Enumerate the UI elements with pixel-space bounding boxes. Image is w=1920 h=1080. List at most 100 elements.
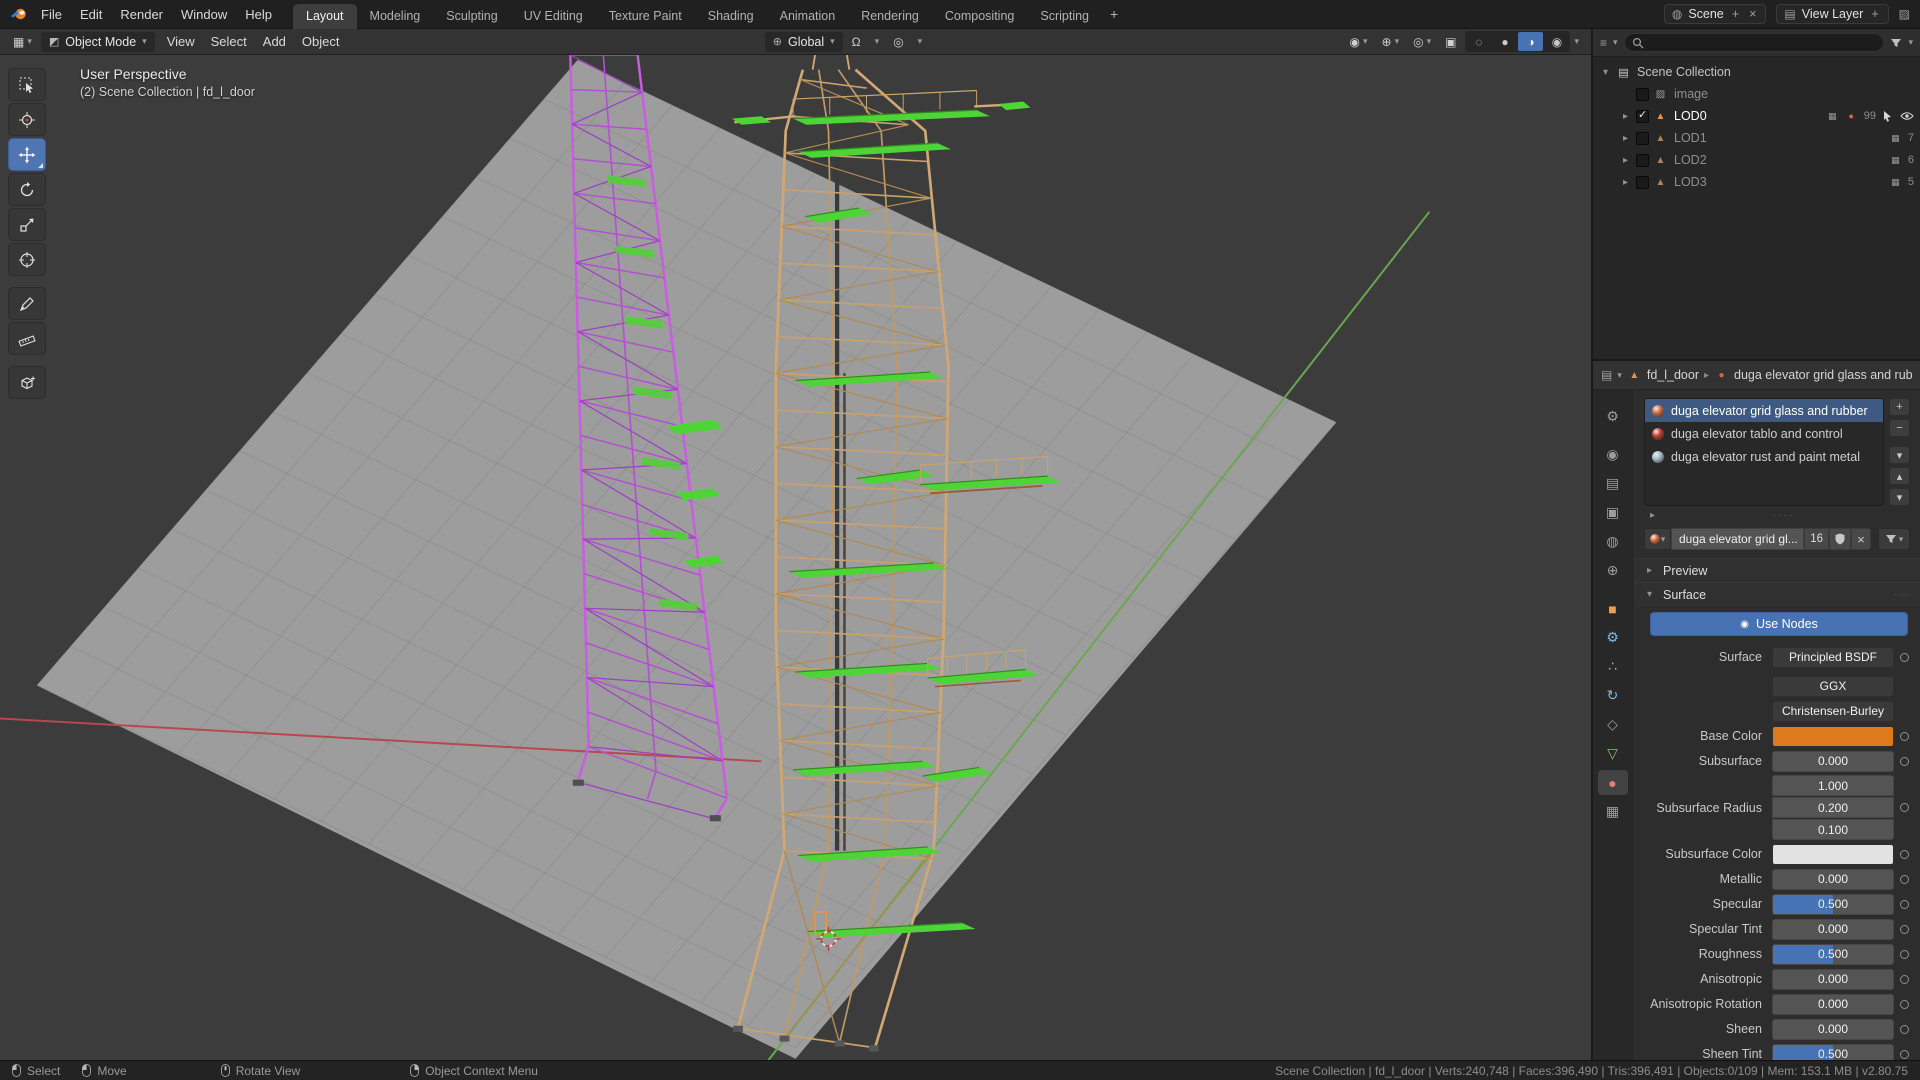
property-field-roughness[interactable]: 0.500 bbox=[1772, 944, 1894, 965]
menu-window[interactable]: Window bbox=[172, 3, 236, 26]
render-view-icon[interactable]: ▨ bbox=[1899, 7, 1910, 21]
unlink-scene-button[interactable]: × bbox=[1747, 7, 1758, 21]
snap-dropdown[interactable]: ▾ bbox=[870, 34, 885, 49]
property-field-subsurface-radius-0[interactable]: 1.000 bbox=[1772, 775, 1894, 796]
use-nodes-button[interactable]: ◉ Use Nodes bbox=[1650, 612, 1908, 636]
new-view-layer-button[interactable]: + bbox=[1869, 7, 1880, 21]
snap-toggle[interactable]: Ω bbox=[847, 33, 866, 51]
overlays-dropdown[interactable]: ◎▾ bbox=[1408, 33, 1436, 51]
collection-checkbox[interactable] bbox=[1636, 88, 1649, 101]
decorator-dot[interactable] bbox=[1894, 1050, 1914, 1059]
panel-preview[interactable]: ▸ Preview bbox=[1634, 558, 1920, 582]
gizmos-dropdown[interactable]: ⊕▾ bbox=[1377, 33, 1405, 51]
material-name-field[interactable]: duga elevator grid gl... bbox=[1671, 528, 1804, 550]
expander-icon[interactable]: ▾ bbox=[1599, 67, 1612, 78]
outliner-row-lod3[interactable]: ▸▲LOD3▦5 bbox=[1593, 171, 1920, 193]
filter-dropdown[interactable]: ▾ bbox=[1878, 528, 1910, 550]
property-menu-principled-bsdf[interactable]: Principled BSDF bbox=[1772, 647, 1894, 668]
select-box-tool[interactable] bbox=[8, 68, 46, 101]
proportional-editing-toggle[interactable]: ◎ bbox=[888, 33, 908, 51]
expander-icon[interactable]: ▸ bbox=[1646, 510, 1659, 521]
properties-tab-view-layer[interactable]: ▣ bbox=[1598, 500, 1628, 525]
tab-rendering[interactable]: Rendering bbox=[848, 4, 932, 29]
xray-toggle[interactable]: ▣ bbox=[1440, 33, 1461, 51]
proportional-editing-dropdown[interactable]: ▾ bbox=[913, 34, 928, 49]
outliner-row-lod1[interactable]: ▸▲LOD1▦7 bbox=[1593, 127, 1920, 149]
decorator-dot[interactable] bbox=[1894, 653, 1914, 662]
properties-tab-texture[interactable]: ▦ bbox=[1598, 799, 1628, 824]
properties-tab-particles[interactable]: ∴ bbox=[1598, 654, 1628, 679]
shading-rendered[interactable]: ◉ bbox=[1544, 32, 1569, 51]
scale-tool[interactable] bbox=[8, 208, 46, 241]
properties-tab-world[interactable]: ⊕ bbox=[1598, 558, 1628, 583]
unlink-material-button[interactable]: × bbox=[1851, 528, 1871, 550]
collection-checkbox[interactable] bbox=[1636, 154, 1649, 167]
cursor-tool[interactable] bbox=[8, 103, 46, 136]
panel-surface[interactable]: ▾ Surface ···· bbox=[1634, 582, 1920, 606]
move-slot-up-button[interactable]: ▴ bbox=[1889, 467, 1910, 485]
property-field-specular-tint[interactable]: 0.000 bbox=[1772, 919, 1894, 940]
property-menu-ggx[interactable]: GGX bbox=[1772, 676, 1894, 697]
collection-checkbox[interactable] bbox=[1636, 176, 1649, 189]
tab-compositing[interactable]: Compositing bbox=[932, 4, 1027, 29]
add-workspace-button[interactable]: + bbox=[1102, 4, 1126, 24]
property-field-metallic[interactable]: 0.000 bbox=[1772, 869, 1894, 890]
property-color-base-color[interactable] bbox=[1772, 726, 1894, 747]
tab-texture-paint[interactable]: Texture Paint bbox=[596, 4, 695, 29]
property-field-subsurface[interactable]: 0.000 bbox=[1772, 751, 1894, 772]
decorator-dot[interactable] bbox=[1894, 803, 1914, 812]
outliner-row-scene-collection[interactable]: ▾▤Scene Collection bbox=[1593, 61, 1920, 83]
shading-material[interactable]: ◑ bbox=[1518, 32, 1543, 51]
display-mode-icon[interactable]: ≡ bbox=[1600, 36, 1607, 50]
material-slot[interactable]: duga elevator grid glass and rubber bbox=[1645, 399, 1883, 422]
decorator-dot[interactable] bbox=[1894, 757, 1914, 766]
viewport-menu-view[interactable]: View bbox=[159, 31, 203, 52]
tab-animation[interactable]: Animation bbox=[767, 4, 849, 29]
panel-drag-dots[interactable]: ···· bbox=[1894, 589, 1911, 600]
menu-help[interactable]: Help bbox=[236, 3, 281, 26]
decorator-dot[interactable] bbox=[1894, 975, 1914, 984]
mode-dropdown[interactable]: ◩ Object Mode ▾ bbox=[41, 32, 155, 52]
add-slot-button[interactable]: + bbox=[1889, 398, 1910, 416]
properties-tab-material[interactable]: ● bbox=[1598, 770, 1628, 795]
viewport-canvas[interactable] bbox=[0, 55, 1591, 1060]
properties-editor-icon[interactable]: ▤ bbox=[1601, 368, 1612, 382]
properties-tab-scene[interactable]: ◍ bbox=[1598, 529, 1628, 554]
expander-icon[interactable]: ▸ bbox=[1619, 111, 1632, 122]
decorator-dot[interactable] bbox=[1894, 1025, 1914, 1034]
viewport-menu-object[interactable]: Object bbox=[294, 31, 348, 52]
expander-icon[interactable]: ▸ bbox=[1619, 133, 1632, 144]
properties-tab-render[interactable]: ◉ bbox=[1598, 442, 1628, 467]
property-field-specular[interactable]: 0.500 bbox=[1772, 894, 1894, 915]
move-slot-down-button[interactable]: ▾ bbox=[1889, 488, 1910, 506]
decorator-dot[interactable] bbox=[1894, 850, 1914, 859]
material-slot[interactable]: duga elevator tablo and control bbox=[1645, 422, 1883, 445]
menu-edit[interactable]: Edit bbox=[71, 3, 111, 26]
slot-specials-button[interactable]: ▾ bbox=[1889, 446, 1910, 464]
expander-icon[interactable]: ▸ bbox=[1619, 177, 1632, 188]
tab-shading[interactable]: Shading bbox=[695, 4, 767, 29]
property-field-sheen[interactable]: 0.000 bbox=[1772, 1019, 1894, 1040]
viewport-menu-select[interactable]: Select bbox=[203, 31, 255, 52]
view-layer-selector[interactable]: ▤ View Layer + bbox=[1776, 4, 1888, 24]
blender-logo-icon[interactable] bbox=[6, 7, 32, 21]
menu-file[interactable]: File bbox=[32, 3, 71, 26]
property-menu-christensen-burley[interactable]: Christensen-Burley bbox=[1772, 701, 1894, 722]
scene-selector[interactable]: ◍ Scene + × bbox=[1664, 4, 1767, 24]
move-tool[interactable] bbox=[8, 138, 46, 171]
decorator-dot[interactable] bbox=[1894, 900, 1914, 909]
filter-icon[interactable] bbox=[1890, 37, 1902, 49]
measure-tool[interactable] bbox=[8, 322, 46, 355]
outliner-row-lod0[interactable]: ▸▲LOD0▦●99 bbox=[1593, 105, 1920, 127]
decorator-dot[interactable] bbox=[1894, 1000, 1914, 1009]
breadcrumb-material[interactable]: duga elevator grid glass and rubber bbox=[1734, 368, 1912, 382]
properties-tab-object-data[interactable]: ▽ bbox=[1598, 741, 1628, 766]
properties-tab-output[interactable]: ▤ bbox=[1598, 471, 1628, 496]
fake-user-button[interactable] bbox=[1829, 528, 1851, 550]
eye-icon[interactable] bbox=[1899, 111, 1914, 121]
editor-type-button[interactable]: ▦ ▾ bbox=[8, 33, 37, 51]
visibility-dropdown[interactable]: ◉▾ bbox=[1344, 33, 1372, 51]
breadcrumb-object[interactable]: fd_l_door bbox=[1647, 368, 1699, 382]
tab-scripting[interactable]: Scripting bbox=[1027, 4, 1102, 29]
rotate-tool[interactable] bbox=[8, 173, 46, 206]
